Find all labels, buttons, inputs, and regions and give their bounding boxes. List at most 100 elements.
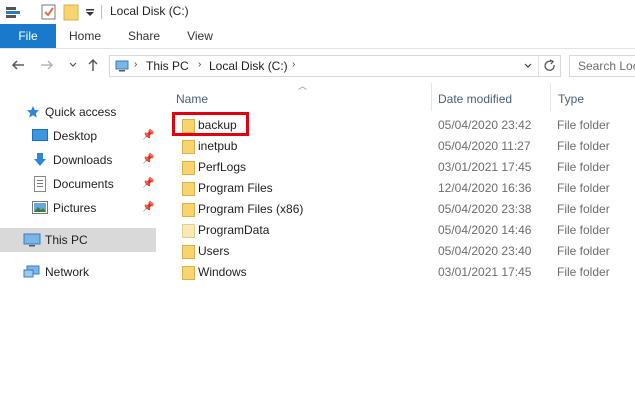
folder-icon: [182, 203, 195, 217]
tab-share[interactable]: Share: [122, 24, 166, 48]
pictures-icon: [32, 201, 48, 214]
file-name: Users: [198, 244, 230, 258]
file-type: File folder: [557, 181, 610, 195]
folder-icon: [182, 140, 195, 154]
file-date: 03/01/2021 17:45: [438, 160, 532, 174]
nav-pictures[interactable]: Pictures 📌: [0, 196, 156, 220]
column-header-name[interactable]: Name: [176, 87, 430, 111]
nav-quick-access[interactable]: Quick access: [0, 100, 156, 124]
address-dropdown-icon[interactable]: [523, 61, 533, 71]
pin-icon[interactable]: 📌: [142, 178, 154, 189]
column-header-date[interactable]: Date modified: [438, 87, 548, 111]
computer-icon: [23, 233, 41, 247]
file-row-program-files-x86[interactable]: Program Files (x86) 05/04/2020 23:38 Fil…: [172, 199, 635, 220]
tab-file[interactable]: File: [0, 24, 56, 48]
folder-icon: [182, 245, 195, 259]
file-name: PerfLogs: [198, 160, 247, 174]
breadcrumb-chevron-icon[interactable]: ›: [292, 59, 295, 70]
file-row-perflogs[interactable]: PerfLogs 03/01/2021 17:45 File folder: [172, 157, 635, 178]
nav-downloads-label: Downloads: [53, 153, 113, 167]
recent-locations-chevron-icon[interactable]: [68, 57, 78, 73]
folder-icon: [182, 182, 195, 196]
breadcrumb-chevron-icon[interactable]: ›: [198, 59, 201, 70]
properties-icon[interactable]: [4, 3, 22, 21]
column-header-date-label: Date modified: [438, 92, 513, 106]
checkbox-properties-icon[interactable]: [40, 3, 58, 21]
file-row-users[interactable]: Users 05/04/2020 23:40 File folder: [172, 241, 635, 262]
file-name: Program Files (x86): [198, 202, 304, 216]
title-separator: [101, 5, 102, 19]
file-date: 05/04/2020 11:27: [438, 139, 531, 153]
document-icon: [34, 176, 46, 192]
nav-documents[interactable]: Documents 📌: [0, 172, 156, 196]
pin-icon[interactable]: 📌: [142, 154, 154, 165]
file-date: 05/04/2020 23:40: [438, 244, 532, 258]
column-header-name-label: Name: [176, 92, 209, 106]
folder-icon: [182, 161, 195, 175]
nav-network-label: Network: [45, 265, 90, 279]
file-type: File folder: [557, 202, 610, 216]
nav-this-pc-label: This PC: [45, 233, 88, 247]
network-icon: [23, 265, 40, 278]
desktop-icon: [32, 129, 48, 141]
ribbon: File Home Share View: [0, 24, 635, 49]
file-name: inetpub: [198, 139, 238, 153]
file-type: File folder: [557, 244, 610, 258]
file-row-inetpub[interactable]: inetpub 05/04/2020 11:27 File folder: [172, 136, 635, 157]
navigation-pane: Quick access Desktop 📌 Downloads 📌 Docum…: [0, 83, 158, 404]
tab-home[interactable]: Home: [64, 24, 106, 48]
breadcrumb-this-pc[interactable]: This PC: [146, 59, 189, 73]
file-row-programdata[interactable]: ProgramData 05/04/2020 14:46 File folder: [172, 220, 635, 241]
file-date: 05/04/2020 23:42: [438, 118, 532, 132]
file-date: 05/04/2020 23:38: [438, 202, 532, 216]
breadcrumb-local-disk[interactable]: Local Disk (C:): [209, 59, 288, 73]
nav-documents-label: Documents: [53, 177, 114, 191]
column-header-type-label: Type: [558, 92, 585, 106]
this-pc-small-icon: [115, 60, 129, 72]
nav-desktop-label: Desktop: [53, 129, 98, 143]
file-row-windows[interactable]: Windows 03/01/2021 17:45 File folder: [172, 262, 635, 283]
file-date: 12/04/2020 16:36: [438, 181, 532, 195]
up-arrow-icon[interactable]: [86, 57, 100, 73]
pin-icon[interactable]: 📌: [142, 130, 154, 141]
file-date: 03/01/2021 17:45: [438, 265, 532, 279]
file-name: Windows: [198, 265, 247, 279]
nav-desktop[interactable]: Desktop 📌: [0, 124, 156, 148]
file-date: 05/04/2020 14:46: [438, 223, 532, 237]
column-header-type[interactable]: Type: [558, 87, 628, 111]
file-type: File folder: [557, 160, 610, 174]
highlight-box: [172, 112, 249, 136]
column-divider[interactable]: [550, 83, 551, 111]
file-type: File folder: [557, 223, 610, 237]
address-row: › This PC › Local Disk (C:) › Search Loc: [0, 49, 635, 83]
nav-quick-access-label: Quick access: [45, 105, 117, 119]
title-bar: Local Disk (C:): [0, 0, 635, 24]
back-arrow-icon[interactable]: [10, 57, 26, 73]
nav-pictures-label: Pictures: [53, 201, 97, 215]
folder-icon: [182, 224, 195, 238]
refresh-icon[interactable]: [543, 59, 557, 73]
column-divider[interactable]: [431, 83, 432, 111]
file-row-program-files[interactable]: Program Files 12/04/2020 16:36 File fold…: [172, 178, 635, 199]
forward-arrow-icon[interactable]: [39, 57, 55, 73]
nav-network[interactable]: Network: [0, 260, 156, 284]
address-bar[interactable]: › This PC › Local Disk (C:) ›: [109, 55, 561, 77]
tab-view[interactable]: View: [180, 24, 220, 48]
window-title: Local Disk (C:): [110, 4, 189, 18]
file-type: File folder: [557, 118, 610, 132]
download-arrow-icon: [34, 153, 46, 166]
file-name: Program Files: [198, 181, 273, 195]
pin-icon[interactable]: 📌: [142, 202, 154, 213]
file-type: File folder: [557, 139, 610, 153]
breadcrumb-chevron-icon[interactable]: ›: [134, 59, 137, 70]
search-input[interactable]: Search Loc: [569, 55, 635, 77]
file-name: ProgramData: [198, 223, 270, 237]
new-folder-icon[interactable]: [63, 3, 79, 21]
customize-toolbar-icon[interactable]: [84, 3, 96, 21]
address-divider: [538, 56, 539, 76]
nav-this-pc[interactable]: This PC: [0, 228, 156, 252]
folder-icon: [182, 266, 195, 280]
file-type: File folder: [557, 265, 610, 279]
star-icon: [27, 106, 39, 118]
nav-downloads[interactable]: Downloads 📌: [0, 148, 156, 172]
